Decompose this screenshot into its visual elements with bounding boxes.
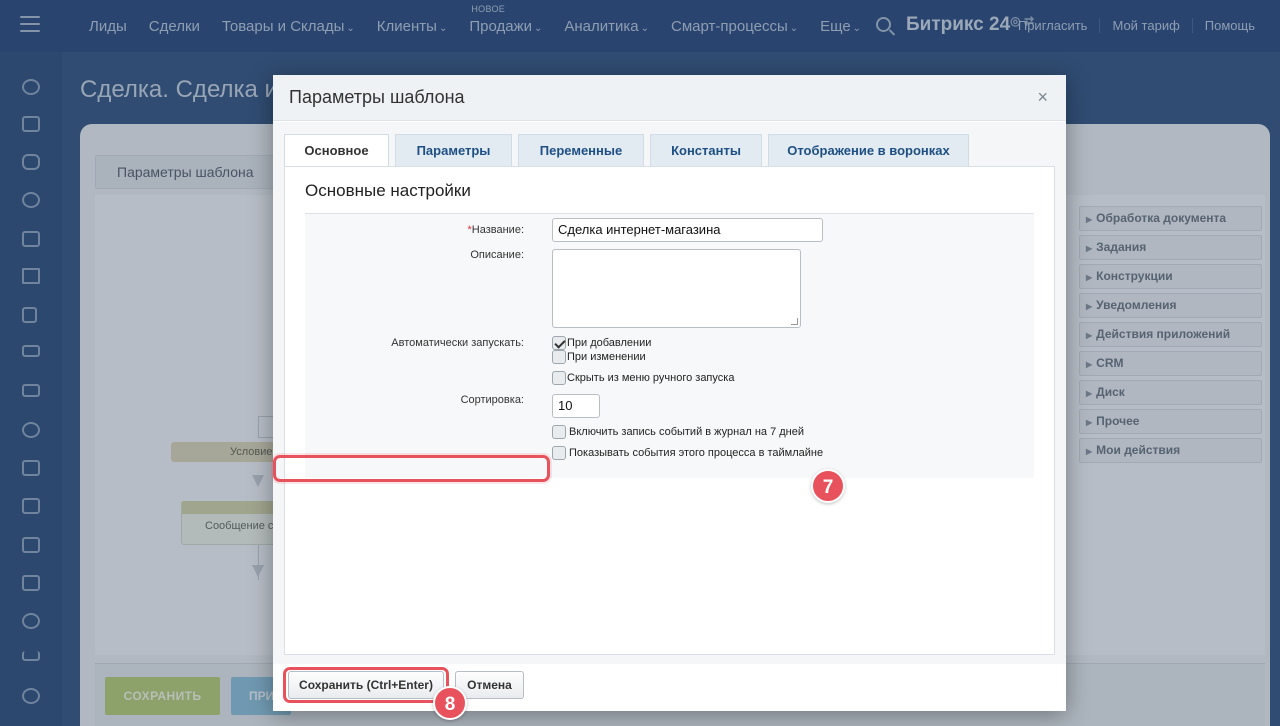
sort-label: Сортировка: bbox=[460, 394, 524, 406]
name-input[interactable]: Сделка интернет-магазина bbox=[552, 218, 823, 242]
on-change-option[interactable]: При изменении bbox=[552, 350, 646, 364]
timeline-events-option[interactable]: Показывать события этого процесса в тайм… bbox=[552, 446, 823, 460]
tab-main[interactable]: Основное bbox=[284, 134, 389, 167]
tab-parameters[interactable]: Параметры bbox=[395, 134, 512, 166]
description-textarea[interactable] bbox=[552, 249, 801, 328]
name-label: *Название: bbox=[467, 224, 525, 236]
dialog-body: Основное Параметры Переменные Константы … bbox=[273, 122, 1066, 664]
template-params-dialog: Параметры шаблона × Основное Параметры П… bbox=[273, 75, 1066, 711]
tab-constants[interactable]: Константы bbox=[650, 134, 762, 166]
on-add-checkbox[interactable] bbox=[552, 336, 566, 350]
on-add-label: При добавлении bbox=[567, 337, 652, 349]
autostart-label: Автоматически запускать: bbox=[391, 337, 524, 349]
tab-variables[interactable]: Переменные bbox=[518, 134, 644, 166]
sort-input[interactable]: 10 bbox=[552, 394, 600, 418]
dialog-header: Параметры шаблона × bbox=[273, 75, 1066, 121]
tab-panel-main: Основные настройки *Название: Сделка инт… bbox=[284, 166, 1055, 655]
hide-manual-checkbox[interactable] bbox=[552, 371, 566, 385]
timeline-events-checkbox[interactable] bbox=[552, 446, 566, 460]
section-title: Основные настройки bbox=[305, 181, 471, 200]
dialog-tabs: Основное Параметры Переменные Константы … bbox=[284, 134, 975, 167]
on-change-checkbox[interactable] bbox=[552, 350, 566, 364]
settings-form: *Название: Сделка интернет-магазина Опис… bbox=[305, 214, 1034, 478]
log-events-option[interactable]: Включить запись событий в журнал на 7 дн… bbox=[552, 425, 804, 439]
timeline-highlight-frame bbox=[273, 455, 550, 482]
tab-funnel-display[interactable]: Отображение в воронках bbox=[768, 134, 969, 166]
on-add-option[interactable]: При добавлении bbox=[552, 336, 651, 350]
dialog-footer: Сохранить (Ctrl+Enter) Отмена bbox=[273, 664, 1066, 711]
dialog-title: Параметры шаблона bbox=[289, 87, 465, 107]
timeline-events-label: Показывать события этого процесса в тайм… bbox=[569, 447, 824, 459]
log-events-checkbox[interactable] bbox=[552, 425, 566, 439]
on-change-label: При изменении bbox=[567, 351, 646, 363]
log-events-label: Включить запись событий в журнал на 7 дн… bbox=[569, 426, 805, 438]
save-highlight-frame bbox=[283, 667, 449, 703]
resize-grip-icon[interactable] bbox=[791, 318, 798, 325]
step-badge-8: 8 bbox=[433, 686, 467, 720]
hide-manual-label: Скрыть из меню ручного запуска bbox=[567, 372, 735, 384]
description-label: Описание: bbox=[470, 249, 524, 261]
step-badge-7: 7 bbox=[811, 469, 845, 503]
hide-manual-option[interactable]: Скрыть из меню ручного запуска bbox=[552, 371, 734, 385]
close-icon[interactable]: × bbox=[1037, 88, 1048, 106]
